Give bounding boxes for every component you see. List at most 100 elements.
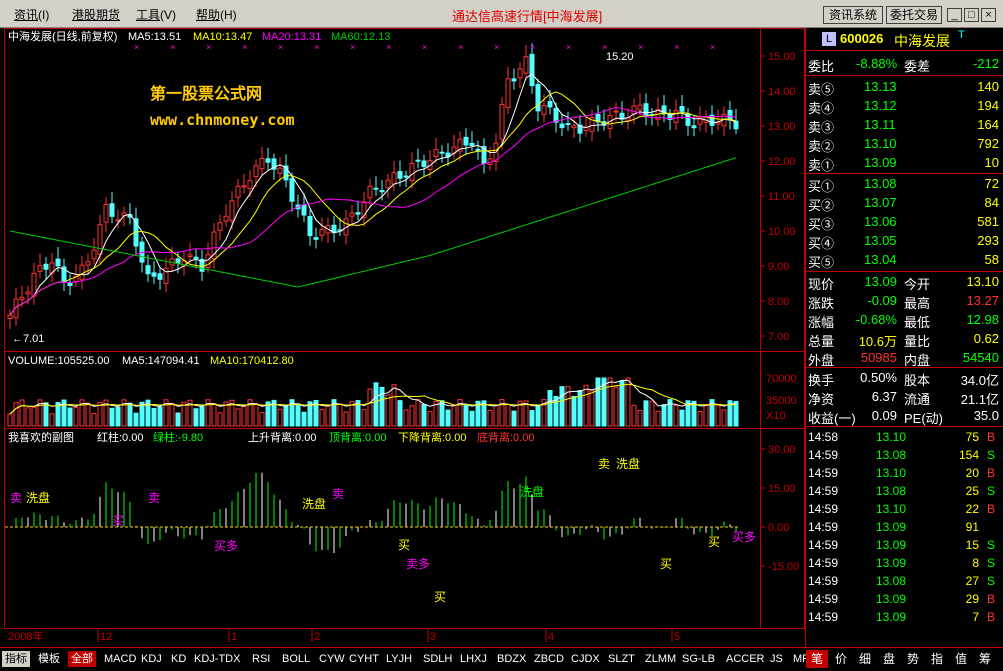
- info-system-button[interactable]: 资讯系统: [823, 6, 883, 24]
- ask-price: 13.12: [864, 98, 897, 113]
- detail-tab[interactable]: 笔: [806, 650, 828, 668]
- indicator-tab[interactable]: SDLH: [420, 651, 455, 667]
- indicator-tab[interactable]: KDJ: [138, 651, 165, 667]
- candle-body: [517, 68, 523, 79]
- volume-bar: [487, 409, 493, 427]
- indicator-tab[interactable]: KDJ-TDX: [191, 651, 243, 667]
- cell: 卖①: [808, 158, 835, 173]
- menu-info[interactable]: 资讯(I): [14, 6, 49, 23]
- trade-button[interactable]: 委托交易: [886, 6, 942, 24]
- close-icon[interactable]: ×: [981, 8, 996, 22]
- detail-tab[interactable]: 价: [830, 650, 852, 668]
- ratio-row: 委比 -8.88% 委差 -212: [808, 56, 999, 74]
- kline-chart[interactable]: × × × × × × × × × × × × × × × × × 卖洗盘买卖 洗盘买多 买卖多买洗盘卖 洗盘买卖买买…: [0, 28, 805, 648]
- indicator-tab[interactable]: 全部: [68, 651, 96, 667]
- volume-bar: [325, 405, 331, 427]
- signal-annotation: 买多: [732, 530, 756, 544]
- l2-icon: L: [822, 32, 836, 46]
- candle-body: [475, 148, 481, 151]
- candle-body: [265, 158, 271, 163]
- volume-bar: [661, 404, 667, 427]
- indicator-tab[interactable]: LHXJ: [457, 651, 490, 667]
- stat-value: 12.98: [966, 312, 999, 327]
- volume-bar: [43, 402, 49, 427]
- volume-bar: [211, 403, 217, 427]
- indicator-tab[interactable]: KD: [168, 651, 189, 667]
- detail-tab[interactable]: 值: [950, 650, 972, 668]
- indicator-tab[interactable]: BOLL: [279, 651, 313, 667]
- indicator-tab[interactable]: LYJH: [383, 651, 415, 667]
- indicator-tab[interactable]: CYW: [316, 651, 348, 667]
- candle-body: [307, 215, 313, 237]
- candle-body: [19, 296, 25, 301]
- indicator-tab[interactable]: ZLMM: [642, 651, 679, 667]
- sub-tick-label: 15.00: [768, 483, 796, 495]
- stat-value: -0.68%: [855, 312, 897, 327]
- detail-tab[interactable]: 细: [854, 650, 876, 668]
- indicator-tab[interactable]: CJDX: [568, 651, 603, 667]
- candle-body: [529, 53, 535, 87]
- volume-bar: [493, 404, 499, 427]
- volume-bar: [421, 403, 427, 427]
- candle-body: [433, 149, 439, 158]
- candle-body: [145, 265, 151, 275]
- candle-body: [313, 237, 319, 240]
- volume-bar: [127, 402, 133, 427]
- volume-bar: [445, 409, 451, 427]
- cell: 14:59: [808, 466, 839, 480]
- indicator-tab[interactable]: SLZT: [605, 651, 638, 667]
- volume-bar: [715, 405, 721, 427]
- indicator-tab[interactable]: CYHT: [346, 651, 382, 667]
- signal-mark: ×: [638, 42, 643, 52]
- minimize-icon[interactable]: _: [947, 8, 962, 22]
- candle-body: [541, 104, 547, 116]
- signal-annotation: 洗盘: [616, 456, 640, 471]
- ask-price: 13.13: [864, 79, 897, 94]
- volume-bar: [85, 402, 91, 427]
- tick-volume: 154: [958, 448, 979, 462]
- ask-row: 卖② 13.10 792: [806, 135, 1001, 154]
- tick-price: 13.08: [876, 574, 907, 588]
- tick-price: 13.09: [876, 520, 907, 534]
- ratio-value: -8.88%: [856, 56, 898, 71]
- volume-bar: [319, 408, 325, 427]
- tick-row: 14:59 13.09 7 B: [806, 609, 1001, 627]
- down-div-label: 下降背离:0.00: [398, 430, 466, 444]
- chart-area[interactable]: × × × × × × × × × × × × × × × × × 卖洗盘买卖洗盘 买多买卖多买洗盘卖洗盘买卖买买…: [0, 28, 805, 648]
- detail-tab[interactable]: 势: [902, 650, 924, 668]
- indicator-tab[interactable]: JS: [767, 651, 786, 667]
- indicator-tab[interactable]: ACCER: [723, 651, 768, 667]
- detail-tab[interactable]: 盘: [878, 650, 900, 668]
- signal-annotation: 买: [708, 535, 720, 549]
- sub-tick-label: 0.00: [768, 522, 789, 534]
- app-title: 通达信高速行情[中海发展]: [452, 9, 603, 24]
- stat-value: 21.1亿: [960, 392, 999, 407]
- indicator-tab[interactable]: ZBCD: [531, 651, 567, 667]
- indicator-tab[interactable]: 模板: [35, 651, 63, 667]
- bid-price: 13.08: [864, 176, 897, 191]
- indicator-tab[interactable]: 指标: [2, 651, 30, 667]
- volume-bar: [463, 404, 469, 427]
- tick-side: S: [986, 556, 995, 570]
- menu-hk-futures[interactable]: 港股期货: [72, 6, 120, 23]
- ma5-label: MA5:13.51: [128, 31, 181, 43]
- detail-tab[interactable]: 指: [926, 650, 948, 668]
- menu-tools[interactable]: 工具(V): [136, 6, 176, 23]
- maximize-icon[interactable]: □: [964, 8, 979, 22]
- stat-value: 50985: [860, 350, 897, 365]
- candle-body: [301, 204, 307, 216]
- indicator-tab[interactable]: SG-LB: [679, 651, 718, 667]
- indicator-tab[interactable]: RSI: [249, 651, 273, 667]
- tick-price: 13.10: [876, 430, 907, 444]
- volume-bar: [643, 400, 649, 427]
- candle-body: [349, 212, 355, 217]
- indicator-tab[interactable]: MACD: [101, 651, 139, 667]
- stat-value: -0.09: [867, 293, 897, 308]
- detail-tab[interactable]: 筹: [974, 650, 996, 668]
- tick-volume: 29: [965, 592, 979, 606]
- indicator-tab[interactable]: BDZX: [494, 651, 529, 667]
- ask-row: 卖④ 13.12 194: [806, 97, 1001, 116]
- menu-help[interactable]: 帮助(H): [196, 6, 237, 23]
- price-tick-label: 10.00: [768, 226, 796, 238]
- cell: 14:59: [808, 610, 839, 624]
